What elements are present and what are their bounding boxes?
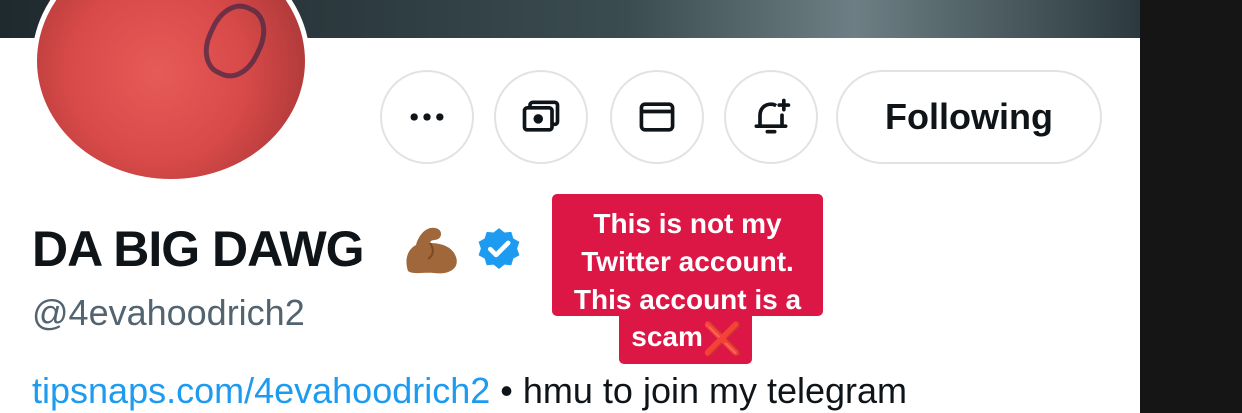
display-name: DA BIG DAWG	[32, 221, 365, 277]
red-x-icon: ❌	[702, 320, 743, 357]
flexed-biceps-icon	[406, 227, 457, 274]
bio-separator: •	[490, 370, 523, 411]
profile-bio: tipsnaps.com/4evahoodrich2 • hmu to join…	[32, 370, 907, 412]
warning-line-4: scam❌	[622, 318, 752, 358]
profile-handle: @4evahoodrich2	[32, 292, 305, 333]
side-panel	[1140, 0, 1242, 413]
bio-text: hmu to join my telegram	[522, 370, 908, 411]
bell-plus-icon	[754, 98, 791, 134]
notifications-button[interactable]	[724, 70, 818, 164]
warning-scam-word: scam	[631, 321, 703, 352]
warning-line-2: Twitter account.	[581, 246, 794, 277]
bio-link[interactable]: tipsnaps.com/4evahoodrich2	[32, 370, 490, 411]
message-button[interactable]	[610, 70, 704, 164]
more-horizontal-icon	[410, 113, 444, 121]
verified-badge-icon[interactable]	[474, 225, 524, 275]
avatar[interactable]: ETER	[32, 0, 310, 184]
warning-line-3: This account is a	[573, 284, 802, 315]
scam-warning-text: This is not my Twitter account. This acc…	[552, 205, 823, 319]
subscribe-button[interactable]	[494, 70, 588, 164]
more-button[interactable]	[380, 70, 474, 164]
following-button[interactable]: Following	[836, 70, 1102, 164]
mail-icon	[639, 102, 675, 132]
avatar-shirt-logo	[193, 0, 277, 88]
money-icon	[522, 100, 560, 132]
warning-line-1: This is not my	[593, 208, 782, 239]
